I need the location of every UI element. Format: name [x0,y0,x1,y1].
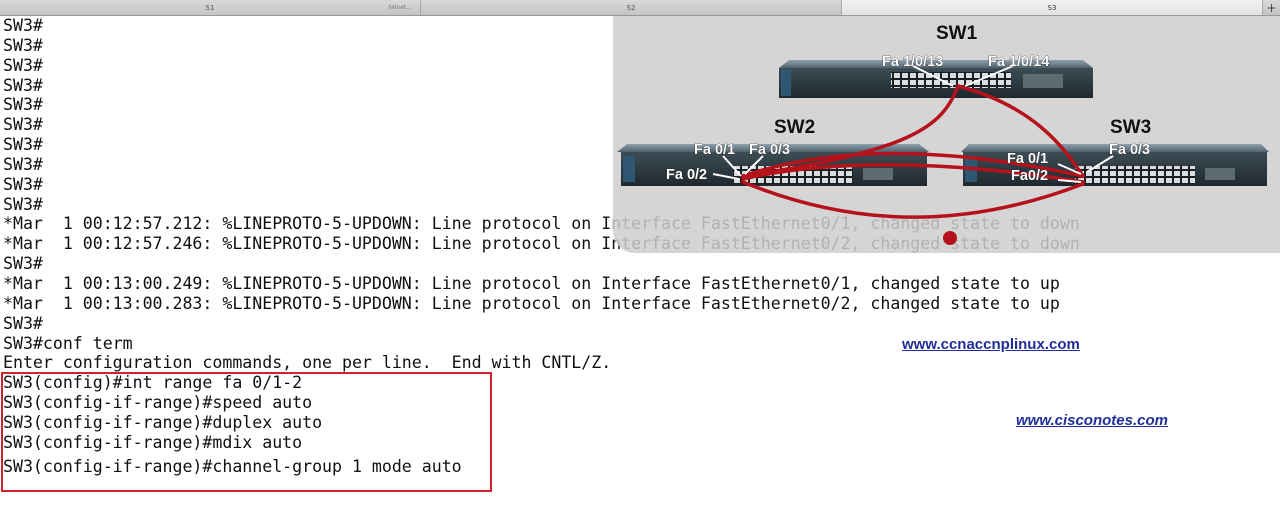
tab-s1-sublabel: telnet... [388,4,412,11]
port-label: Fa 0/1 [1007,151,1048,167]
terminal-line: SW3(config)#int range fa 0/1-2 [3,373,303,393]
cursor-dot [943,231,957,245]
tab-bar: S1 telnet... S2 S3 + [0,0,1280,16]
terminal-line: SW3# [3,313,43,333]
port-label: Fa0/2 [1011,168,1048,184]
add-tab-button[interactable]: + [1263,0,1280,15]
tab-s1[interactable]: S1 telnet... [0,0,421,15]
terminal-line: SW3# [3,254,43,274]
port-label: Fa 1/0/13 [882,54,943,70]
port-label: Fa 0/2 [666,167,707,183]
terminal-line: SW3(config-if-range)#mdix auto [3,432,303,452]
tab-s1-label: S1 [205,3,215,12]
tab-s2-label: S2 [626,3,636,12]
topology-svg: SW1 SW2 SW3 Fa 1/0/13 Fa 1/0/14 Fa 0/1 F… [617,23,1269,245]
port-label: Fa 0/3 [749,142,790,158]
port-label: Fa 0/3 [1109,142,1150,158]
port-label: Fa 1/0/14 [988,54,1049,70]
terminal-line: *Mar 1 00:13:00.249: %LINEPROTO-5-UPDOWN… [3,273,1060,293]
sw2-label: SW2 [774,117,815,138]
terminal-line: SW3(config-if-range)#speed auto [3,393,313,413]
sw1-label: SW1 [936,23,978,44]
sw3-label: SW3 [1110,117,1151,138]
tab-s3-label: S3 [1047,3,1057,12]
port-label: Fa 0/1 [694,142,735,158]
topology-diagram: SW1 SW2 SW3 Fa 1/0/13 Fa 1/0/14 Fa 0/1 F… [613,16,1280,253]
link-cisconotes[interactable]: www.cisconotes.com [1016,412,1168,429]
terminal-line: *Mar 1 00:13:00.283: %LINEPROTO-5-UPDOWN… [3,293,1060,313]
terminal-line: SW3#conf term [3,333,133,353]
tab-s3[interactable]: S3 [842,0,1263,15]
link-ccnaccnplinux[interactable]: www.ccnaccnplinux.com [902,336,1080,353]
terminal-line: SW3(config-if-range)#channel-group 1 mod… [3,456,462,476]
terminal-line: Enter configuration commands, one per li… [3,353,612,373]
tab-s2[interactable]: S2 [421,0,842,15]
